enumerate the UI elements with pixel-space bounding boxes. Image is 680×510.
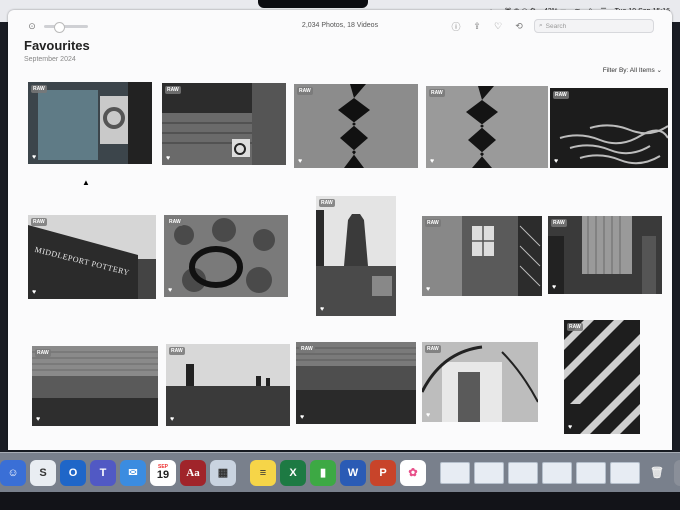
photo-image	[426, 86, 548, 168]
photo-image	[28, 82, 152, 164]
dock-window-thumbnail[interactable]	[508, 461, 538, 484]
dock-app-preview[interactable]: ▦	[210, 459, 236, 486]
photo-thumbnail[interactable]: MIDDLEPORT POTTERY RAW ♥	[28, 215, 156, 299]
photo-thumbnail[interactable]: RAW ♥	[550, 88, 668, 168]
photo-image	[166, 344, 290, 426]
photo-thumbnail[interactable]: RAW ♥	[426, 86, 548, 168]
dock-app-finder[interactable]: ☺	[0, 459, 26, 486]
raw-badge: RAW	[31, 218, 47, 226]
dock-app-s[interactable]: S	[30, 459, 56, 486]
dock-window-thumbnail[interactable]	[474, 461, 504, 484]
heart-icon[interactable]: ♥	[426, 286, 430, 293]
dock-app-dictionary[interactable]: Aa	[180, 459, 206, 486]
heart-icon[interactable]: ♥	[32, 289, 36, 296]
photo-thumbnail[interactable]: RAW ♥	[162, 83, 286, 165]
photo-image	[422, 342, 538, 422]
raw-badge: RAW	[425, 219, 441, 227]
dock-window-thumbnail[interactable]	[610, 461, 640, 484]
filter-dropdown[interactable]: Filter By: All Items ⌄	[603, 66, 662, 74]
dock-window-thumbnail[interactable]	[440, 461, 470, 484]
heart-icon[interactable]: ♥	[430, 158, 434, 165]
search-icon: ⌕	[539, 22, 543, 29]
photo-thumbnail[interactable]: RAW ♥	[28, 82, 152, 164]
chevron-down-icon: ⌄	[656, 67, 662, 74]
photo-thumbnail[interactable]: RAW ♥	[294, 84, 418, 168]
heart-icon[interactable]: ♥	[168, 287, 172, 294]
raw-badge: RAW	[551, 219, 567, 227]
raw-badge: RAW	[297, 87, 313, 95]
share-icon[interactable]: ⇪	[471, 20, 483, 32]
page-subtitle: September 2024	[24, 56, 76, 63]
raw-badge: RAW	[31, 85, 47, 93]
photo-thumbnail[interactable]: RAW ♥	[422, 216, 542, 296]
heart-icon[interactable]: ♥	[36, 416, 40, 423]
photos-window: ⊙ 2,034 Photos, 18 Videos ⓘ ⇪ ♡ ⟲ ⌕ Searc…	[8, 10, 672, 450]
page-title: Favourites	[24, 38, 90, 53]
photo-thumbnail[interactable]: RAW ♥	[166, 344, 290, 426]
dock-window-thumbnail[interactable]	[542, 461, 572, 484]
photo-thumbnail[interactable]: RAW ♥	[32, 346, 158, 426]
photo-image	[162, 83, 286, 165]
heart-icon[interactable]: ♥	[166, 155, 170, 162]
calendar-day: 19	[156, 468, 170, 481]
raw-badge: RAW	[167, 218, 183, 226]
photo-thumbnail[interactable]: RAW ♥	[164, 215, 288, 297]
favourite-icon[interactable]: ♡	[492, 20, 504, 32]
heart-icon[interactable]: ♥	[298, 158, 302, 165]
raw-badge: RAW	[319, 199, 335, 207]
search-field[interactable]: ⌕ Search	[534, 19, 654, 33]
heart-icon[interactable]: ♥	[300, 414, 304, 421]
photo-image	[164, 215, 288, 297]
camera-notch	[258, 0, 368, 8]
heart-icon[interactable]: ♥	[552, 284, 556, 291]
dock-app-avatar[interactable]: ☻	[674, 459, 680, 486]
dock-app-mail[interactable]: ✉	[120, 459, 146, 486]
photo-image	[564, 320, 640, 434]
raw-badge: RAW	[299, 345, 315, 353]
dock-app-excel[interactable]: X	[280, 459, 306, 486]
raw-badge: RAW	[169, 347, 185, 355]
dock-app-outlook[interactable]: O	[60, 459, 86, 486]
trash-icon[interactable]: 🗑	[644, 460, 670, 486]
photo-image	[294, 84, 418, 168]
dock-app-numbers[interactable]: ▮	[310, 459, 336, 486]
heart-icon[interactable]: ♥	[426, 412, 430, 419]
dock-window-thumbnail[interactable]	[576, 461, 606, 484]
photo-image	[296, 342, 416, 424]
heart-icon[interactable]: ♥	[568, 424, 572, 431]
toolbar-actions: ⓘ ⇪ ♡ ⟲ ⌕ Search	[450, 19, 654, 33]
photo-image	[550, 88, 668, 168]
photo-thumbnail[interactable]: RAW ♥	[316, 196, 396, 316]
photo-thumbnail[interactable]: RAW ♥	[564, 320, 640, 434]
raw-badge: RAW	[429, 89, 445, 97]
heart-icon[interactable]: ♥	[554, 158, 558, 165]
photo-image	[422, 216, 542, 296]
dock-app-calendar[interactable]: SEP 19	[150, 459, 176, 486]
heart-icon[interactable]: ♥	[32, 154, 36, 161]
heart-icon[interactable]: ♥	[170, 416, 174, 423]
dock-app-teams[interactable]: T	[90, 459, 116, 486]
photo-image	[316, 196, 396, 316]
dock: ☺ S O T ✉ SEP 19 Aa ▦ ≡ X ▮ W P ✿ 🗑 ☻	[0, 452, 680, 492]
raw-badge: RAW	[165, 86, 181, 94]
heart-icon[interactable]: ♥	[320, 306, 324, 313]
info-icon[interactable]: ⓘ	[450, 20, 462, 32]
mouse-cursor: ▲	[82, 178, 90, 187]
raw-badge: RAW	[425, 345, 441, 353]
dock-app-photos[interactable]: ✿	[400, 459, 426, 486]
dock-app-word[interactable]: W	[340, 459, 366, 486]
photo-thumbnail[interactable]: RAW ♥	[548, 216, 662, 294]
screen-bezel-bottom	[0, 492, 680, 510]
photo-thumbnail[interactable]: RAW ♥	[422, 342, 538, 422]
photo-image	[32, 346, 158, 426]
dock-app-notes[interactable]: ≡	[250, 459, 276, 486]
raw-badge: RAW	[35, 349, 51, 357]
photo-thumbnail[interactable]: RAW ♥	[296, 342, 416, 424]
toolbar: ⊙ 2,034 Photos, 18 Videos ⓘ ⇪ ♡ ⟲ ⌕ Searc…	[8, 10, 672, 40]
rotate-icon[interactable]: ⟲	[513, 20, 525, 32]
dock-app-powerpoint[interactable]: P	[370, 459, 396, 486]
photo-image	[548, 216, 662, 294]
raw-badge: RAW	[553, 91, 569, 99]
raw-badge: RAW	[567, 323, 583, 331]
